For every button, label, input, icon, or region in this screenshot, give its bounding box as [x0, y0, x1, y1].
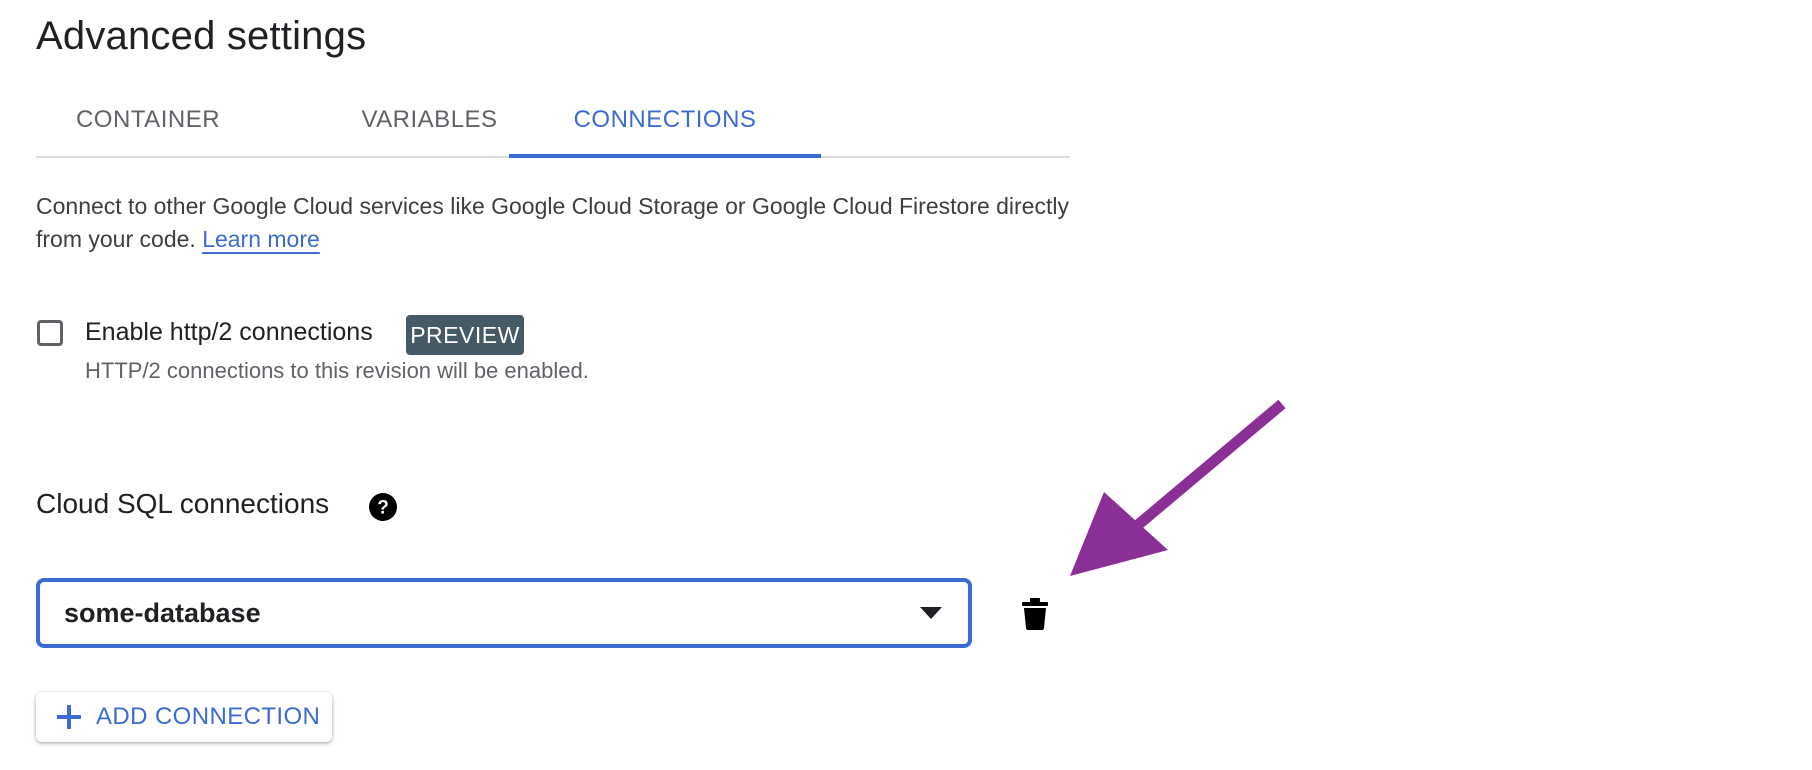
help-circle-icon[interactable]: ?	[368, 492, 398, 522]
description-text: Connect to other Google Cloud services l…	[36, 193, 1069, 252]
cloud-sql-section-title: Cloud SQL connections	[36, 488, 330, 519]
learn-more-link[interactable]: Learn more	[202, 226, 320, 252]
preview-badge: PREVIEW	[406, 315, 524, 355]
cloud-sql-connection-select[interactable]: some-database	[36, 578, 972, 648]
http2-hint: HTTP/2 connections to this revision will…	[85, 358, 589, 383]
tab-connections[interactable]: CONNECTIONS	[509, 84, 821, 158]
add-connection-button[interactable]: ADD CONNECTION	[36, 692, 332, 742]
svg-text:?: ?	[377, 498, 389, 519]
http2-checkbox-label[interactable]: Enable http/2 connections	[85, 318, 373, 347]
connections-description: Connect to other Google Cloud services l…	[36, 190, 1076, 256]
select-value: some-database	[64, 598, 261, 628]
http2-checkbox[interactable]	[37, 320, 63, 346]
annotation-arrow	[1070, 400, 1286, 576]
page-title: Advanced settings	[36, 14, 367, 58]
add-connection-label: ADD CONNECTION	[96, 703, 321, 730]
tab-bar: CONTAINER VARIABLES CONNECTIONS	[36, 84, 1070, 158]
trash-icon[interactable]	[1022, 598, 1048, 630]
caret-down-icon	[920, 607, 942, 619]
plus-icon	[57, 705, 81, 729]
tab-container[interactable]: CONTAINER	[36, 84, 260, 156]
